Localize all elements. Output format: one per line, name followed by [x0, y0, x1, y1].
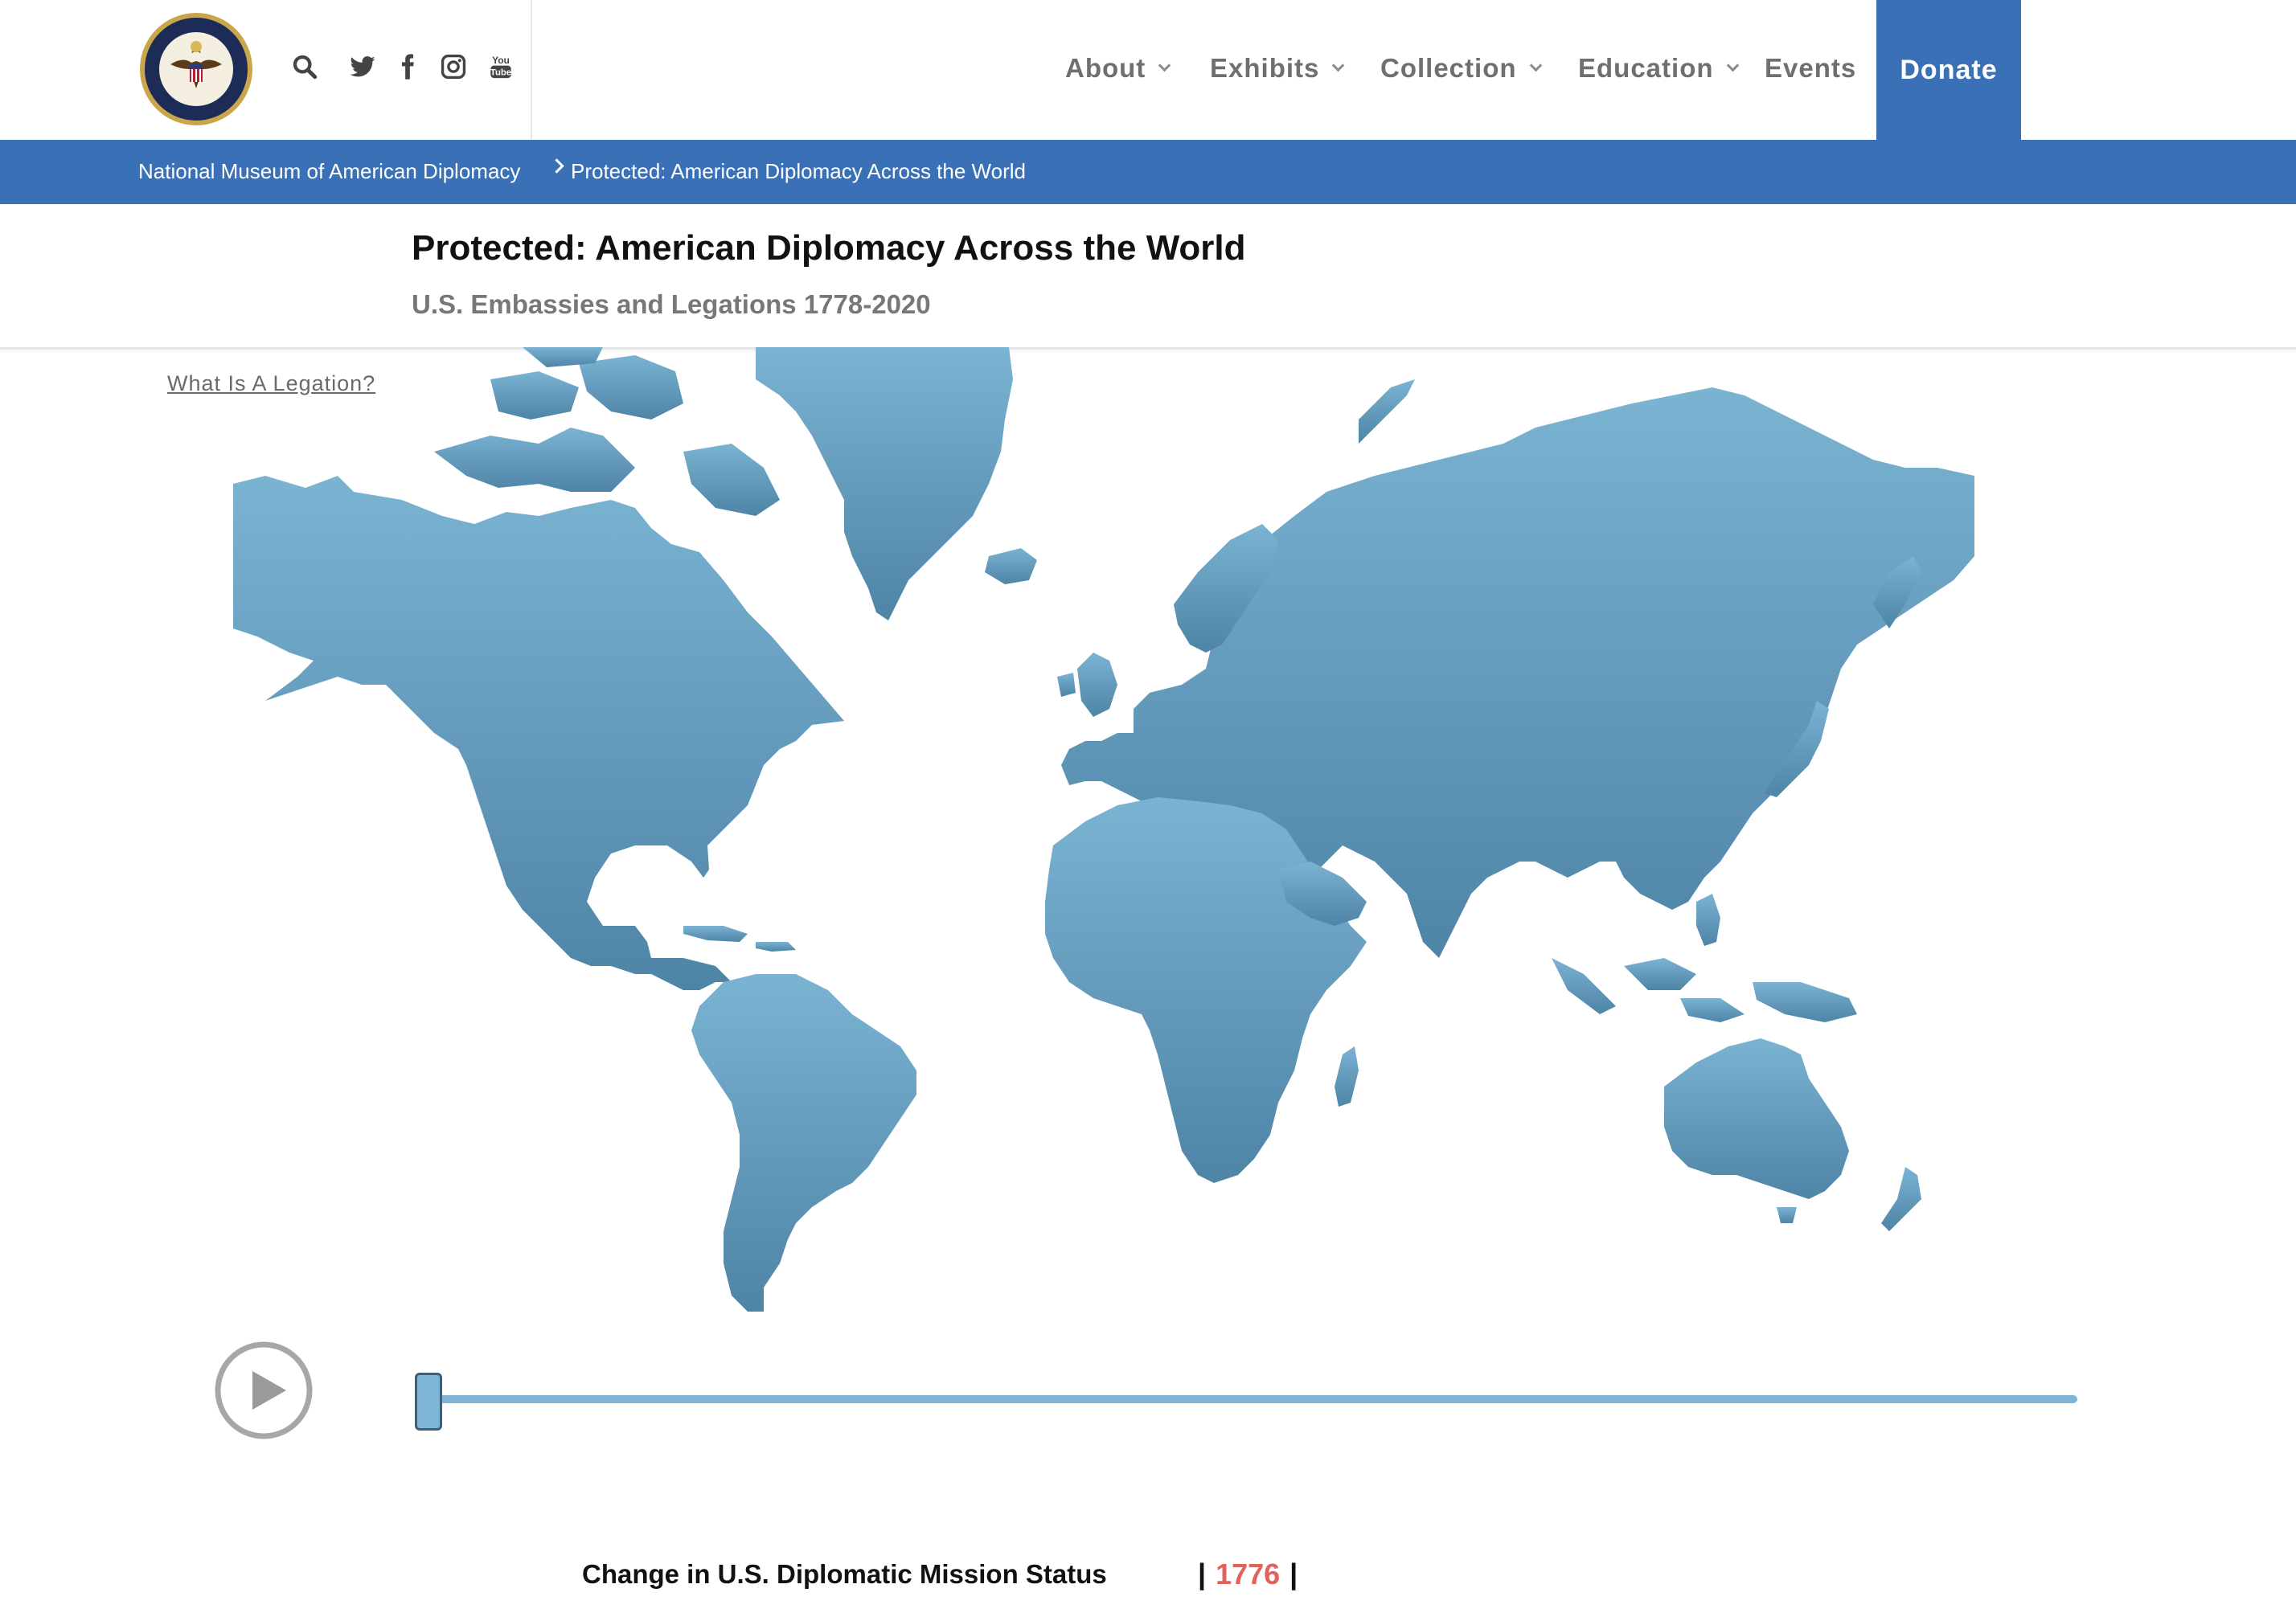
nav-collection[interactable]: Collection — [1380, 48, 1542, 88]
nav-about[interactable]: About — [1065, 48, 1171, 88]
nav-exhibits[interactable]: Exhibits — [1210, 48, 1345, 88]
philippines — [1696, 894, 1720, 946]
new-zealand — [1881, 1167, 1921, 1231]
nav-about-label: About — [1065, 53, 1146, 83]
canada-island — [490, 371, 579, 420]
page-title: Protected: American Diplomacy Across the… — [412, 228, 1246, 268]
british-isles — [1057, 673, 1076, 697]
caribbean-island — [756, 942, 796, 952]
nav-events-label: Events — [1765, 53, 1857, 83]
timeline-slider-handle[interactable] — [415, 1373, 442, 1431]
donate-button[interactable]: Donate — [1876, 0, 2021, 140]
new-guinea — [1753, 982, 1857, 1022]
canada-island — [434, 428, 635, 492]
svg-text:Tube: Tube — [490, 68, 511, 78]
nav-exhibits-label: Exhibits — [1210, 53, 1320, 83]
year-bar-left: | — [1198, 1558, 1207, 1590]
caribbean-island — [683, 926, 748, 942]
mission-status-label: Change in U.S. Diplomatic Mission Status — [582, 1559, 1107, 1589]
canada-island — [683, 444, 780, 516]
british-isles — [1077, 653, 1117, 717]
south-america — [691, 974, 916, 1312]
indonesia-island — [1680, 998, 1745, 1022]
madagascar — [1335, 1046, 1359, 1107]
instagram-icon[interactable] — [438, 50, 469, 84]
nav-education[interactable]: Education — [1578, 48, 1739, 88]
north-america-landmass — [233, 476, 844, 990]
nav-collection-label: Collection — [1380, 53, 1517, 83]
youtube-icon[interactable]: You Tube — [486, 50, 516, 84]
indonesia-island — [1552, 958, 1616, 1014]
play-button[interactable] — [214, 1341, 314, 1440]
current-year: 1776 — [1216, 1558, 1281, 1590]
breadcrumb-home-link[interactable]: National Museum of American Diplomacy — [138, 159, 520, 184]
page-subtitle: U.S. Embassies and Legations 1778-2020 — [412, 289, 931, 319]
facebook-icon[interactable] — [392, 50, 423, 84]
year-bar-right: | — [1289, 1558, 1298, 1590]
site-header: You Tube About Exhibits Collection Educa… — [0, 0, 2296, 140]
svg-text:You: You — [492, 55, 510, 66]
header-divider — [531, 0, 532, 140]
what-is-a-legation-link[interactable]: What Is A Legation? — [167, 371, 375, 396]
iceland — [985, 548, 1037, 584]
australia — [1664, 1038, 1849, 1199]
year-display: | 1776 | — [1198, 1558, 1298, 1591]
breadcrumb-current: Protected: American Diplomacy Across the… — [571, 159, 1026, 183]
tasmania — [1777, 1207, 1797, 1223]
chevron-right-icon — [549, 158, 564, 174]
nav-education-label: Education — [1578, 53, 1714, 83]
twitter-icon[interactable] — [347, 50, 378, 84]
search-icon[interactable] — [289, 50, 320, 84]
chevron-down-icon — [1726, 59, 1739, 72]
canada-island — [579, 355, 683, 420]
breadcrumb: National Museum of American Diplomacy Pr… — [0, 140, 2296, 204]
greenland — [756, 347, 1013, 620]
title-section: Protected: American Diplomacy Across the… — [0, 204, 2296, 350]
state-department-seal-logo[interactable] — [138, 11, 254, 127]
play-icon — [252, 1371, 286, 1410]
chevron-down-icon — [1529, 59, 1542, 72]
indonesia-island — [1624, 958, 1696, 990]
world-map[interactable] — [233, 347, 1974, 1318]
novaya-zemlya — [1359, 379, 1415, 444]
chevron-down-icon — [1332, 59, 1345, 72]
timeline-slider-track[interactable] — [426, 1395, 2077, 1403]
chevron-down-icon — [1158, 59, 1171, 72]
nav-events[interactable]: Events — [1765, 48, 1856, 88]
